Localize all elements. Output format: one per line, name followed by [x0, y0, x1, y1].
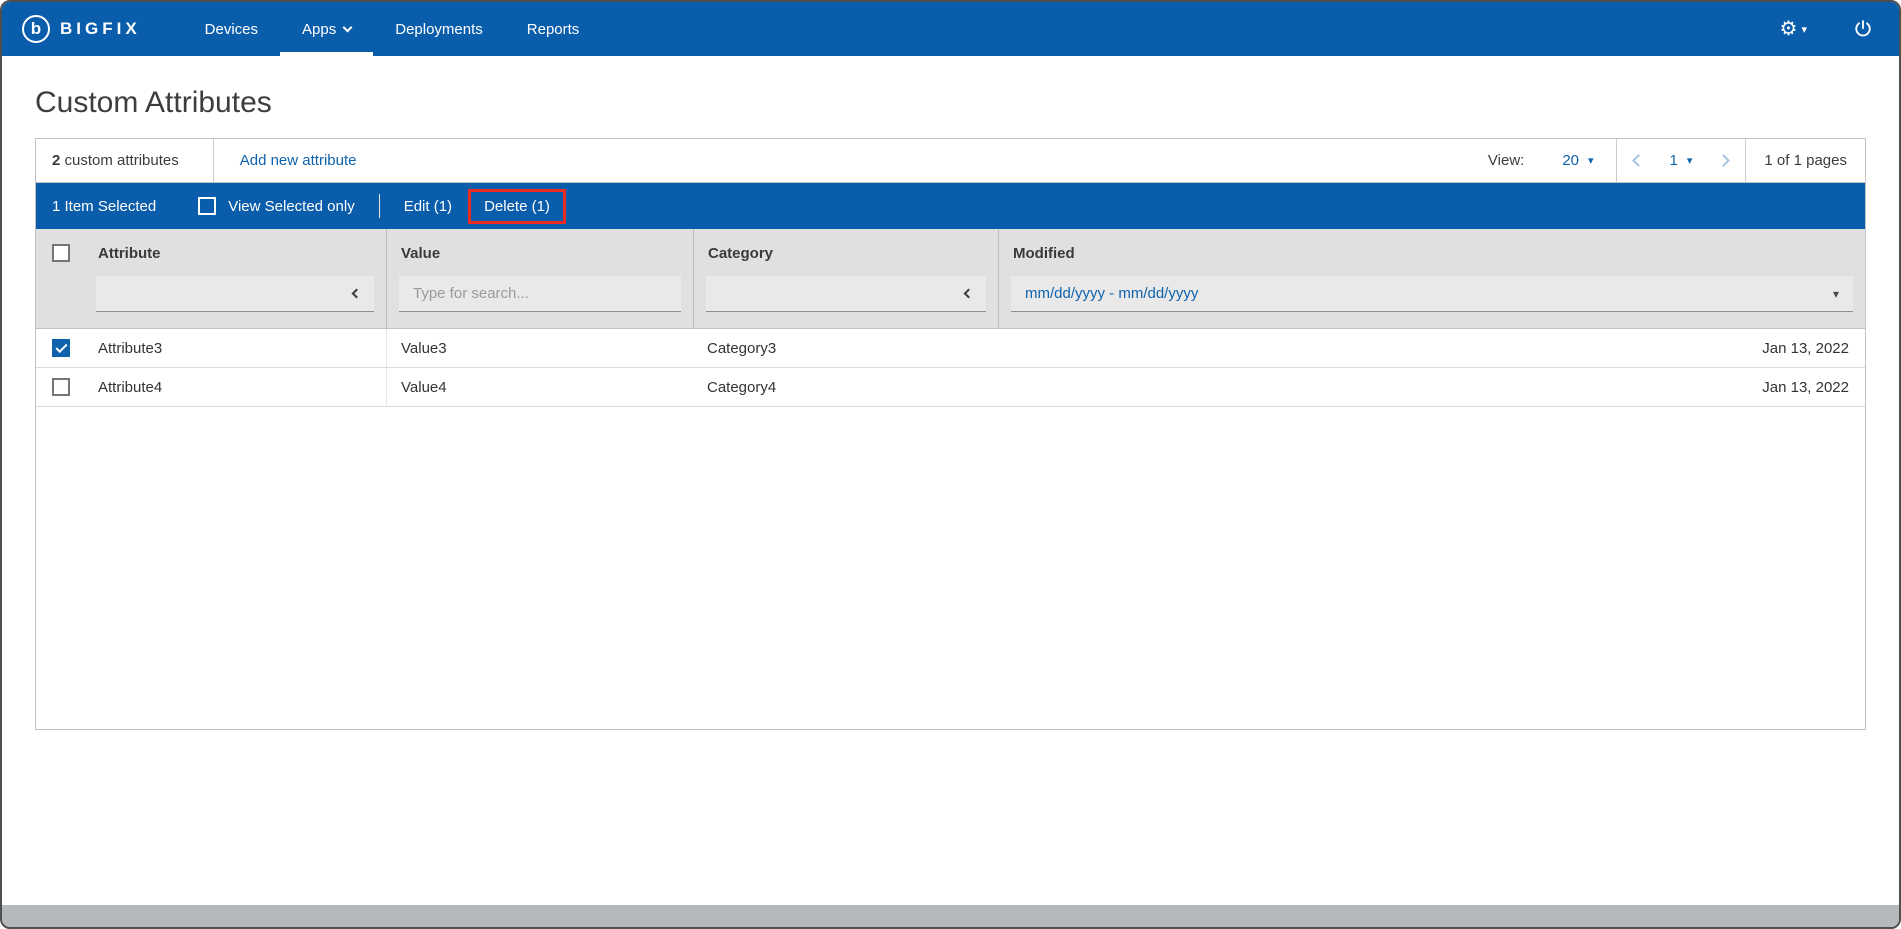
category-filter-cell: [694, 274, 998, 328]
nav-item-label: Apps: [302, 21, 336, 38]
settings-caret-icon[interactable]: ▾: [1801, 23, 1807, 36]
column-header-modified: Modified: [999, 229, 1865, 274]
date-range-value: mm/dd/yyyy - mm/dd/yyyy: [1025, 285, 1198, 302]
nav-item-deployments[interactable]: Deployments: [373, 2, 505, 56]
attribute-count-text: custom attributes: [60, 152, 178, 169]
add-new-attribute-link[interactable]: Add new attribute: [214, 152, 357, 169]
column-attribute: Attribute: [84, 229, 386, 328]
page-size-value: 20: [1562, 152, 1579, 169]
select-all-cell: [36, 229, 84, 328]
attribute-cell: Attribute4: [84, 379, 386, 396]
category-cell: Category3: [693, 340, 998, 357]
column-header-value: Value: [387, 229, 693, 274]
settings-gear-icon[interactable]: ⚙: [1780, 19, 1798, 39]
row-checkbox[interactable]: [52, 378, 70, 396]
chevron-left-icon: [352, 289, 362, 299]
custom-attributes-panel: 2 custom attributes Add new attribute Vi…: [35, 138, 1866, 730]
nav-item-apps[interactable]: Apps: [280, 2, 373, 56]
delete-button[interactable]: Delete (1): [484, 198, 550, 215]
row-checkbox[interactable]: [52, 339, 70, 357]
page-number-select[interactable]: 1 ▾: [1660, 152, 1703, 169]
category-cell: Category4: [693, 379, 998, 396]
chevron-left-icon: [964, 289, 974, 299]
toolbar-right: View: 20 ▾ 1 ▾: [1488, 139, 1865, 182]
table-header: Attribute Value Category: [36, 229, 1865, 329]
page-title: Custom Attributes: [35, 86, 1866, 120]
attribute-filter-cell: [84, 274, 386, 328]
view-selected-checkbox[interactable]: [198, 197, 216, 215]
select-all-checkbox[interactable]: [52, 244, 70, 262]
value-cell: Value4: [386, 368, 693, 406]
nav-item-label: Devices: [205, 21, 258, 38]
table-row: Attribute3 Value3 Category3 Jan 13, 2022: [36, 329, 1865, 368]
bigfix-logo-icon: b: [22, 15, 50, 43]
nav-item-devices[interactable]: Devices: [183, 2, 280, 56]
column-modified: Modified mm/dd/yyyy - mm/dd/yyyy ▾: [998, 229, 1865, 328]
delete-annotation-box: Delete (1): [468, 189, 566, 224]
caret-down-icon: ▾: [1833, 287, 1839, 301]
value-filter-cell: [387, 274, 693, 328]
value-search-input[interactable]: [399, 276, 681, 312]
page-number-value: 1: [1670, 152, 1678, 169]
value-cell: Value3: [386, 329, 693, 367]
window-bottom-edge: [2, 905, 1899, 927]
pages-indicator: 1 of 1 pages: [1746, 152, 1865, 169]
row-checkbox-cell: [36, 378, 84, 396]
column-value: Value: [386, 229, 693, 328]
column-header-attribute: Attribute: [84, 229, 386, 274]
modified-cell: Jan 13, 2022: [998, 340, 1865, 357]
attribute-filter-select[interactable]: [96, 276, 374, 312]
nav-item-label: Deployments: [395, 21, 483, 38]
panel-toolbar: 2 custom attributes Add new attribute Vi…: [36, 139, 1865, 183]
nav-right: ⚙ ▾: [1780, 19, 1873, 39]
pagination-prev-button[interactable]: [1617, 139, 1660, 182]
attribute-cell: Attribute3: [84, 340, 386, 357]
column-header-category: Category: [694, 229, 998, 274]
table-row: Attribute4 Value4 Category4 Jan 13, 2022: [36, 368, 1865, 407]
column-category: Category: [693, 229, 998, 328]
view-label: View:: [1488, 152, 1524, 169]
main-content: Custom Attributes 2 custom attributes Ad…: [2, 56, 1899, 905]
bigfix-logo[interactable]: b BIGFIX: [22, 15, 141, 43]
category-filter-select[interactable]: [706, 276, 986, 312]
chevron-left-icon: [1632, 154, 1645, 167]
selection-bar-divider: [379, 194, 380, 218]
selected-count-label: 1 Item Selected: [36, 198, 156, 215]
attribute-count: 2 custom attributes: [36, 152, 213, 169]
modified-date-range-picker[interactable]: mm/dd/yyyy - mm/dd/yyyy ▾: [1011, 276, 1853, 312]
nav-item-reports[interactable]: Reports: [505, 2, 602, 56]
edit-button[interactable]: Edit (1): [404, 198, 452, 215]
pagination-next-button[interactable]: [1702, 139, 1745, 182]
modified-cell: Jan 13, 2022: [998, 379, 1865, 396]
panel-empty-area: [36, 407, 1865, 729]
modified-filter-cell: mm/dd/yyyy - mm/dd/yyyy ▾: [999, 274, 1865, 328]
power-icon[interactable]: [1853, 19, 1873, 39]
brand-text: BIGFIX: [60, 19, 141, 39]
chevron-right-icon: [1718, 154, 1731, 167]
page-size-select[interactable]: 20 ▾: [1540, 152, 1615, 169]
nav-item-label: Reports: [527, 21, 580, 38]
selection-bar: 1 Item Selected View Selected only Edit …: [36, 183, 1865, 229]
nav-items: Devices Apps Deployments Reports: [183, 2, 602, 56]
caret-down-icon: ▾: [1588, 154, 1594, 167]
caret-down-icon: ▾: [1687, 154, 1693, 167]
chevron-down-icon: [343, 22, 353, 32]
top-nav: b BIGFIX Devices Apps Deployments Report…: [2, 2, 1899, 56]
row-checkbox-cell: [36, 339, 84, 357]
app-window: b BIGFIX Devices Apps Deployments Report…: [0, 0, 1901, 929]
view-selected-label[interactable]: View Selected only: [228, 198, 354, 215]
